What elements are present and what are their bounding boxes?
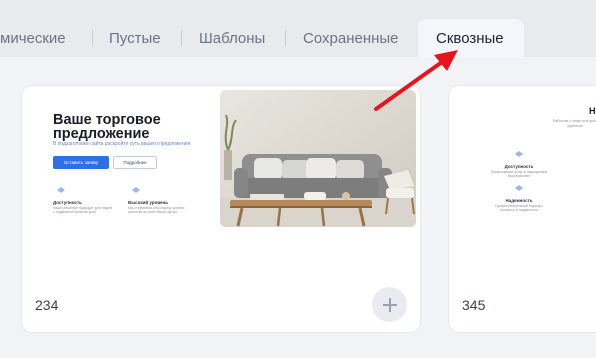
feature-icon <box>132 187 140 193</box>
feature-desc: Предложение услуг в подходящем пространс… <box>490 170 548 178</box>
tab-through-label: Сквозные <box>436 30 504 47</box>
preview-title: Н <box>589 106 596 116</box>
preview-subtitle: Работая с нами которое вдохнов <box>552 118 596 128</box>
feature-desc: Профессиональный подход к процессу и над… <box>495 204 543 212</box>
tab-divider <box>92 30 93 46</box>
preview-feature: Высокий уровень Мы стремимся к высокому … <box>128 180 188 214</box>
tab-saved[interactable]: Сохраненные <box>303 30 399 47</box>
template-preview: Ваше торговое предложение В подзаголовке… <box>22 86 420 234</box>
tab-divider <box>181 30 182 46</box>
preview-secondary-button: Подробнее <box>113 156 157 169</box>
feature-title: Высокий уровень <box>128 200 169 205</box>
add-template-button[interactable] <box>372 287 407 322</box>
template-preview: Н Работая с нами которое вдохнов Доступн… <box>449 86 596 234</box>
preview-feature: Доступность Предложение услуг в подходящ… <box>489 144 549 178</box>
feature-desc: Наше решение подходит для людей с подвиж… <box>53 206 113 214</box>
preview-feature: Надежность Профессиональный подход к про… <box>489 178 549 212</box>
feature-icon <box>515 185 523 191</box>
feature-title: Доступность <box>53 200 82 205</box>
tab-through[interactable]: Сквозные <box>418 19 524 58</box>
tab-empty[interactable]: Пустые <box>109 30 161 47</box>
card-number: 345 <box>462 297 486 313</box>
preview-feature: Доступность Наше решение подходит для лю… <box>53 180 113 214</box>
preview-primary-button: Оставить заявку <box>53 156 109 169</box>
feature-title: Доступность <box>504 164 534 169</box>
feature-icon <box>57 187 65 193</box>
living-room-image <box>220 90 416 227</box>
feature-desc: Мы стремимся к высокому уровню качества … <box>128 206 185 214</box>
feature-icon <box>515 151 523 157</box>
tab-divider <box>285 30 286 46</box>
template-card[interactable]: Н Работая с нами которое вдохнов Доступн… <box>449 86 596 332</box>
feature-title: Надежность <box>505 198 533 203</box>
preview-title: Ваше торговое предложение <box>53 112 161 142</box>
preview-subtitle: В подзаголовке сайта раскройте суть ваше… <box>53 141 191 147</box>
preview-living-room-image <box>220 90 416 227</box>
tab-dynamic[interactable]: мические <box>0 30 66 47</box>
template-card[interactable]: Ваше торговое предложение В подзаголовке… <box>22 86 420 332</box>
card-number: 234 <box>35 297 59 313</box>
tab-bar: мические Пустые Шаблоны Сохраненные Скво… <box>0 0 596 58</box>
tab-templates[interactable]: Шаблоны <box>199 30 265 47</box>
